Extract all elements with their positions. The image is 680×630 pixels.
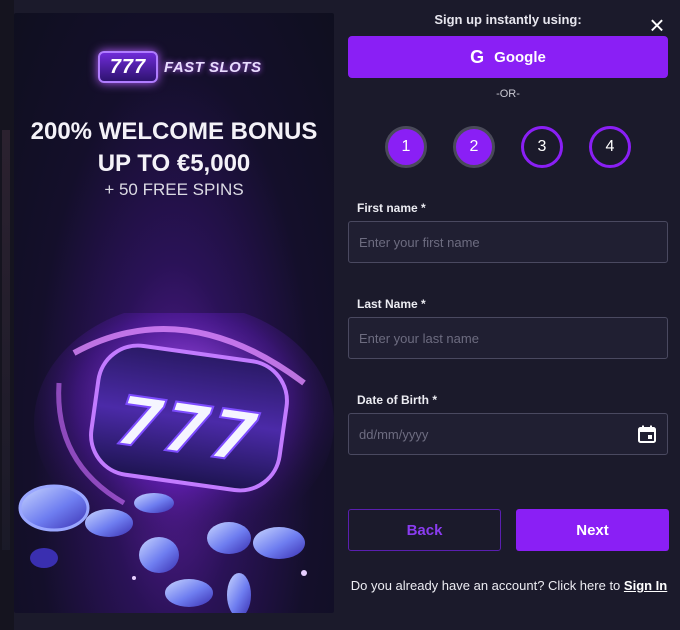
account-prompt-text: Do you already have an account? Click he… [350,578,624,593]
dob-input[interactable] [348,413,668,455]
google-icon: G [470,46,485,67]
last-name-input[interactable] [348,317,668,359]
bonus-amount: UP TO €5,000 [97,150,251,177]
last-name-label: Last Name * [357,297,426,311]
bonus-free-spins: + 50 FREE SPINS [104,180,244,199]
step-2: 2 [453,126,495,168]
back-button[interactable]: Back [348,509,501,551]
bonus-headline: 200% WELCOME BONUS [30,118,318,145]
signin-link[interactable]: Sign In [624,578,667,593]
step-1: 1 [385,126,427,168]
google-button-label: Google [494,48,546,66]
promo-banner: 777 FAST SLOTS 200% WELCOME BONUS UP TO … [14,13,334,613]
google-signup-button[interactable]: G Google [348,36,668,78]
or-divider: -OR- [496,88,520,100]
dob-label: Date of Birth * [357,393,438,407]
brand-logo: 777 FAST SLOTS [98,51,262,83]
instant-signup-text: Sign up instantly using: [434,12,582,27]
step-4: 4 [589,126,631,168]
slot-machine-illustration: 777 [18,313,334,613]
next-button[interactable]: Next [516,509,669,551]
calendar-icon[interactable] [637,424,657,444]
background-strip [0,0,14,630]
step-indicator: 1 2 3 4 [385,126,635,168]
first-name-label: First name * [357,201,426,215]
logo-badge: 777 [98,51,158,83]
step-3: 3 [521,126,563,168]
logo-text: FAST SLOTS [164,58,262,76]
first-name-input[interactable] [348,221,668,263]
signin-prompt: Do you already have an account? Click he… [348,578,670,593]
